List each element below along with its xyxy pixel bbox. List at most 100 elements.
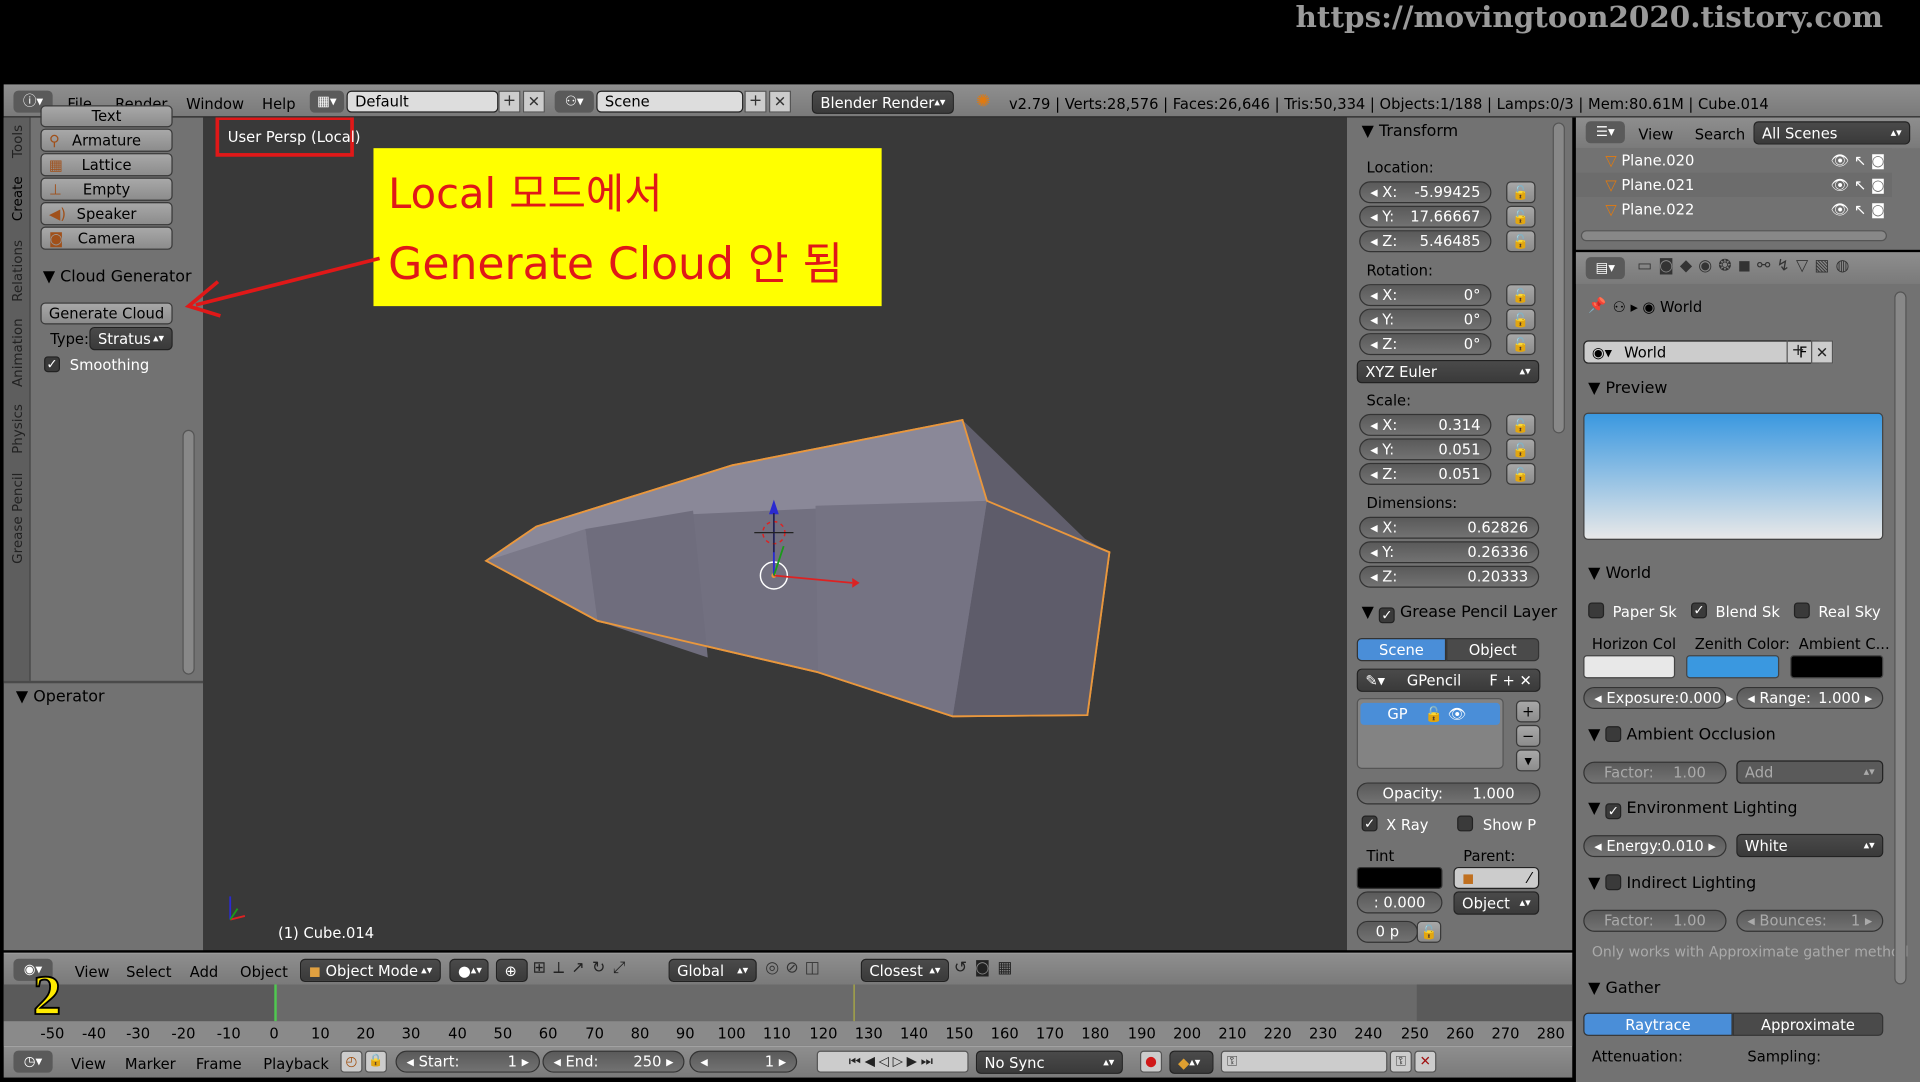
dimension-x-field[interactable]: ◂ X: 0.62826 [1359,516,1540,539]
add-world-icon[interactable]: + [1786,340,1809,364]
scene-icon[interactable]: ⚇▾ [554,90,594,113]
dimension-z-field[interactable]: ◂ Z: 0.20333 [1359,565,1540,588]
gather-approximate-tab[interactable]: Approximate [1732,1012,1884,1036]
lock-icon[interactable]: 🔓 [1506,438,1536,461]
lock-icon[interactable]: 🔓 [1506,308,1536,331]
sync-mode-selector[interactable]: No Sync ▴▾ [975,1050,1123,1074]
indirect-lighting-header[interactable]: ▼ Indirect Lighting [1588,874,1756,893]
end-frame-field[interactable]: ◂ End: 250 ▸ [542,1050,685,1073]
remove-layout-icon[interactable]: ✕ [522,90,545,113]
object-mode-selector[interactable]: ◼ Object Mode ▴▾ [300,958,441,983]
indirect-factor-field[interactable]: Factor: 1.00 [1583,909,1727,932]
tab-grease-pencil[interactable]: Grease Pencil [10,473,26,564]
scene-selector[interactable]: Scene [596,90,744,113]
lock-icon[interactable]: 🔓 [1506,181,1536,204]
real-sky-checkbox[interactable] [1793,602,1810,619]
gpencil-datablock[interactable]: ✎▾ GPencil F + ✕ [1356,668,1541,692]
scale-y-field[interactable]: ◂ Y: 0.051 [1359,438,1492,461]
record-icon[interactable]: ● [1140,1050,1163,1073]
zenith-color-swatch[interactable] [1686,655,1780,679]
layout-selector[interactable]: Default [346,90,499,113]
outliner-row[interactable]: ▽ Plane.020 👁 ↖ ◙ [1575,148,1892,173]
tint-color-swatch[interactable] [1356,866,1443,889]
dimension-y-field[interactable]: ◂ Y: 0.26336 [1359,541,1540,564]
tab-relations[interactable]: Relations [10,240,26,302]
remove-world-icon[interactable]: ✕ [1811,340,1834,364]
delete-keyframe-icon[interactable]: ✕ [1414,1050,1437,1073]
vp-view-menu[interactable]: View [75,964,110,981]
tab-create[interactable]: Create [10,176,26,221]
location-y-field[interactable]: ◂ Y: 17.66667 [1359,205,1492,228]
indirect-checkbox[interactable] [1605,874,1622,891]
energy-field[interactable]: ◂ Energy: 0.010 ▸ [1583,835,1727,858]
insert-keyframe-icon[interactable]: ⚿ [1389,1050,1412,1073]
location-x-field[interactable]: ◂ X: -5.99425 [1359,181,1492,204]
start-frame-field[interactable]: ◂ Start: 1 ▸ [395,1050,541,1073]
scale-x-field[interactable]: ◂ X: 0.314 [1359,413,1492,436]
ambient-color-swatch[interactable] [1790,655,1884,679]
gp-lock-icon[interactable]: 🔓 [1416,920,1442,943]
create-text-button[interactable]: Text [40,105,173,128]
timeline-view-menu[interactable]: View [71,1056,106,1073]
parent-object-field[interactable]: ◼ ⁄ [1453,866,1540,889]
create-armature-button[interactable]: ⚲ Armature [40,128,173,152]
ao-checkbox[interactable] [1605,726,1622,743]
scale-z-field[interactable]: ◂ Z: 0.051 [1359,462,1492,485]
bounces-field[interactable]: ◂ Bounces: 1 ▸ [1736,909,1884,932]
gather-header[interactable]: ▼ Gather [1588,980,1660,998]
gp-tab-scene[interactable]: Scene [1356,637,1447,662]
lock-icon[interactable]: 🔓 [1506,230,1536,253]
gp-layer-list[interactable]: GP 🔓 👁 [1356,697,1504,769]
gp-frame-field[interactable]: 0 p [1356,920,1418,943]
timeline-marker-menu[interactable]: Marker [125,1056,176,1073]
current-frame-field[interactable]: ◂ 1 ▸ [689,1050,798,1073]
vp-select-menu[interactable]: Select [126,964,171,981]
properties-scrollbar[interactable] [1894,291,1907,985]
transform-header[interactable]: ▼ Transform [1362,122,1459,140]
outliner-search-menu[interactable]: Search [1695,126,1745,143]
gp-opacity-field[interactable]: Opacity: 1.000 [1356,782,1541,805]
rotation-y-field[interactable]: ◂ Y: 0° [1359,308,1492,331]
generate-cloud-button[interactable]: Generate Cloud [40,302,173,325]
rotation-mode-selector[interactable]: XYZ Euler ▴▾ [1356,360,1540,384]
lock-icon[interactable]: 🔓 [1506,413,1536,436]
clock-icon[interactable]: ◴ [340,1050,363,1073]
outliner-hscrollbar[interactable] [1580,230,1887,242]
timeline-frame-menu[interactable]: Frame [196,1056,242,1073]
parent-type-selector[interactable]: Object ▴▾ [1453,891,1540,915]
add-layout-icon[interactable]: + [498,90,521,113]
blend-sky-checkbox[interactable]: ✓ [1691,602,1707,619]
outliner-editor-icon[interactable]: ☰▾ [1585,121,1625,144]
create-empty-button[interactable]: ⊥ Empty [40,177,173,201]
outliner-display-mode[interactable]: All Scenes ▴▾ [1753,121,1911,145]
properties-editor-icon[interactable]: ▤▾ [1585,257,1625,280]
outliner-view-menu[interactable]: View [1638,126,1673,143]
add-scene-icon[interactable]: + [744,90,767,113]
horizon-color-swatch[interactable] [1583,655,1676,679]
create-speaker-button[interactable]: ◀) Speaker [40,202,173,226]
cloud-generator-header[interactable]: ▼ Cloud Generator [43,268,192,286]
remove-scene-icon[interactable]: ✕ [768,90,792,113]
snap-target-selector[interactable]: Closest ▴▾ [860,958,949,983]
vp-object-menu[interactable]: Object [240,964,288,981]
timeline-playback-menu[interactable]: Playback [263,1056,329,1073]
ao-factor-field[interactable]: Factor: 1.00 [1583,761,1727,784]
pin-icon[interactable]: 📌 [1588,296,1606,313]
shelf-scrollbar[interactable] [182,429,195,675]
paper-sky-checkbox[interactable] [1588,602,1605,619]
tab-physics[interactable]: Physics [10,404,26,454]
manipulator-icons[interactable]: ⊞⟂↗↻⤢ [533,959,670,982]
gp-remove-layer-button[interactable]: − [1515,724,1541,747]
exposure-field[interactable]: ◂ Exposure: 0.000 ▸ [1583,686,1733,709]
keying-set-field[interactable]: ⚿ [1220,1050,1388,1073]
cloud-type-selector[interactable]: Stratus ▴▾ [89,326,173,351]
rotation-x-field[interactable]: ◂ X: 0° [1359,284,1492,307]
lock-icon[interactable]: 🔓 [1506,462,1536,485]
npanel-scrollbar[interactable] [1552,122,1565,434]
env-color-selector[interactable]: White ▴▾ [1736,833,1884,858]
outliner-row[interactable]: ▽ Plane.022 👁 ↖ ◙ [1575,197,1892,222]
shading-selector[interactable]: ● ▴▾ [449,958,489,983]
smoothing-checkbox[interactable]: ✓ [44,356,61,373]
gp-layer-row[interactable]: GP 🔓 👁 [1360,702,1501,725]
transform-orientation-selector[interactable]: Global ▴▾ [668,958,757,983]
